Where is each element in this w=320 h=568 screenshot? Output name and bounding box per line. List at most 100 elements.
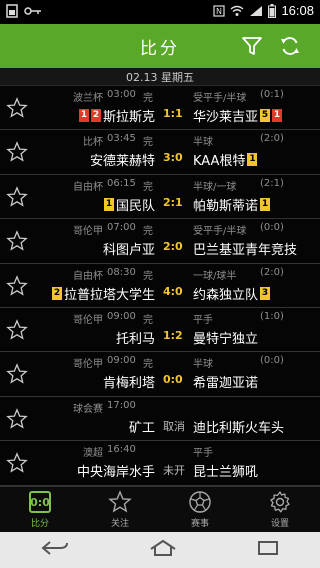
league-name: 比杯 (83, 137, 103, 149)
league-name: 澳超 (83, 448, 103, 460)
match-meta: 哥伦甲 09:00 完 平手 (1:0) (0, 310, 320, 326)
match-meta: 澳超 16:40 平手 (0, 444, 320, 460)
match-status: 完 (143, 359, 153, 371)
match-status: 完 (143, 226, 153, 238)
kickoff-time: 08:30 (107, 266, 136, 278)
home-team: 安德莱赫特 (89, 154, 155, 170)
kickoff-time: 07:00 (107, 222, 136, 234)
match-score: 取消 (163, 419, 185, 433)
home-team: 中央海岸水手 (76, 465, 155, 481)
handicap: 半球 (193, 137, 213, 149)
match-score: 2:0 (163, 240, 183, 254)
match-row[interactable]: 哥伦甲 09:00 完 半球 (0:0) 肯梅利塔 0:0 希雷迦亚诺 (0, 352, 320, 397)
match-score: 0:0 (163, 373, 183, 387)
match-meta: 哥伦甲 09:00 完 半球 (0:0) (0, 355, 320, 371)
refresh-button[interactable] (277, 33, 303, 59)
handicap: 平手 (193, 448, 213, 460)
handicap: 一球/球半 (193, 270, 237, 282)
wifi-icon (231, 5, 244, 16)
match-teams: 2 拉普拉塔大学生 4:0 约森独立队 3 (0, 284, 320, 303)
app-header: 比分 (0, 24, 320, 68)
handicap: 半球 (193, 359, 213, 371)
card-badge: 1 (272, 109, 283, 122)
home-team: 拉普拉塔大学生 (63, 287, 155, 303)
bottom-tab-bar: 0:0 比分 关注 赛事 设置 (0, 486, 320, 532)
match-score: 1:2 (163, 328, 183, 342)
card-badge: 2 (90, 109, 101, 122)
home-team: 科图卢亚 (102, 243, 155, 259)
kickoff-time: 03:45 (107, 133, 136, 145)
card-badge: 2 (51, 286, 62, 300)
home-team: 国民队 (115, 198, 155, 214)
clock: 16:08 (281, 3, 314, 18)
league-name: 球会赛 (73, 403, 103, 415)
match-teams: 托利马 1:2 曼特宁独立 (0, 328, 320, 347)
star-icon (108, 490, 132, 513)
recents-button[interactable] (256, 539, 280, 561)
league-name: 哥伦甲 (73, 314, 103, 326)
match-list[interactable]: 波兰杯 03:00 完 受平手/半球 (0:1) 1 2 斯拉斯克 1:1 华沙莱吉… (0, 86, 320, 486)
match-row[interactable]: 澳超 16:40 平手 中央海岸水手 未开 昆士兰狮吼 (0, 441, 320, 486)
handicap: 受平手/半球 (193, 93, 247, 104)
tab-settings[interactable]: 设置 (240, 487, 320, 532)
halftime-score: (1:0) (260, 310, 284, 322)
match-meta: 球会赛 17:00 (0, 399, 320, 415)
status-bar: N 16:08 (0, 0, 320, 24)
match-meta: 哥伦甲 07:00 完 受平手/半球 (0:0) (0, 222, 320, 238)
soccer-ball-icon (189, 491, 211, 513)
league-name: 自由杯 (73, 270, 103, 282)
battery-icon (268, 3, 277, 18)
match-row[interactable]: 波兰杯 03:00 完 受平手/半球 (0:1) 1 2 斯拉斯克 1:1 华沙莱吉… (0, 86, 320, 131)
match-row[interactable]: 哥伦甲 09:00 完 平手 (1:0) 托利马 1:2 曼特宁独立 (0, 307, 320, 353)
card-badge: 3 (260, 286, 271, 300)
halftime-score: (0:1) (260, 89, 284, 100)
refresh-icon (281, 37, 299, 55)
nfc-icon: N (213, 4, 226, 17)
league-name: 波兰杯 (73, 93, 103, 104)
handicap: 半球/一球 (193, 181, 237, 193)
tab-label: 赛事 (190, 519, 209, 529)
filter-button[interactable] (239, 33, 265, 59)
page-title: 比分 (140, 38, 180, 59)
match-row[interactable]: 球会赛 17:00 矿工 取消 迪比利斯火车头 (0, 396, 320, 442)
tab-events[interactable]: 赛事 (160, 487, 240, 532)
signal-icon (250, 5, 263, 16)
tab-label: 关注 (110, 519, 129, 529)
card-badge: 1 (260, 197, 271, 211)
handicap: 平手 (193, 314, 213, 326)
match-row[interactable]: 哥伦甲 07:00 完 受平手/半球 (0:0) 科图卢亚 2:0 巴兰基亚青年… (0, 219, 320, 264)
home-button[interactable] (149, 539, 177, 561)
match-teams: 安德莱赫特 3:0 KAA根特 1 (0, 150, 320, 170)
match-row[interactable]: 自由杯 06:15 完 半球/一球 (2:1) 1 国民队 2:1 帕勒斯蒂诺 1 (0, 174, 320, 220)
scoreboard-icon: 0:0 (29, 491, 51, 513)
match-status: 完 (143, 270, 153, 282)
league-name: 自由杯 (73, 181, 103, 193)
home-team: 斯拉斯克 (102, 110, 155, 125)
match-teams: 中央海岸水手 未开 昆士兰狮吼 (0, 461, 320, 481)
halftime-score: (0:0) (260, 355, 284, 367)
home-team: 托利马 (115, 331, 155, 347)
match-teams: 肯梅利塔 0:0 希雷迦亚诺 (0, 372, 320, 391)
match-row[interactable]: 自由杯 08:30 完 一球/球半 (2:0) 2 拉普拉塔大学生 4:0 约森独… (0, 263, 320, 308)
away-team: 帕勒斯蒂诺 (193, 198, 259, 214)
away-team: KAA根特 (193, 154, 246, 170)
kickoff-time: 09:00 (107, 310, 136, 322)
away-team: 昆士兰狮吼 (193, 465, 259, 481)
date-header: 02.13 星期五 (0, 68, 320, 86)
away-team: 约森独立队 (193, 287, 259, 303)
tab-score[interactable]: 0:0 比分 (0, 487, 80, 532)
match-status: 完 (143, 314, 153, 326)
kickoff-time: 03:00 (107, 89, 136, 100)
away-team: 华沙莱吉亚 (193, 110, 259, 125)
card-badge: 1 (103, 197, 114, 211)
halftime-score: (0:0) (260, 222, 284, 234)
kickoff-time: 17:00 (107, 399, 136, 411)
match-row[interactable]: 比杯 03:45 完 半球 (2:0) 安德莱赫特 3:0 KAA根特 1 (0, 130, 320, 175)
match-score: 3:0 (163, 151, 183, 165)
tab-follow[interactable]: 关注 (80, 487, 160, 532)
match-score: 未开 (163, 464, 185, 478)
gear-icon (270, 491, 290, 513)
back-button[interactable] (40, 539, 70, 561)
match-meta: 比杯 03:45 完 半球 (2:0) (0, 133, 320, 149)
match-score: 1:1 (163, 107, 183, 120)
